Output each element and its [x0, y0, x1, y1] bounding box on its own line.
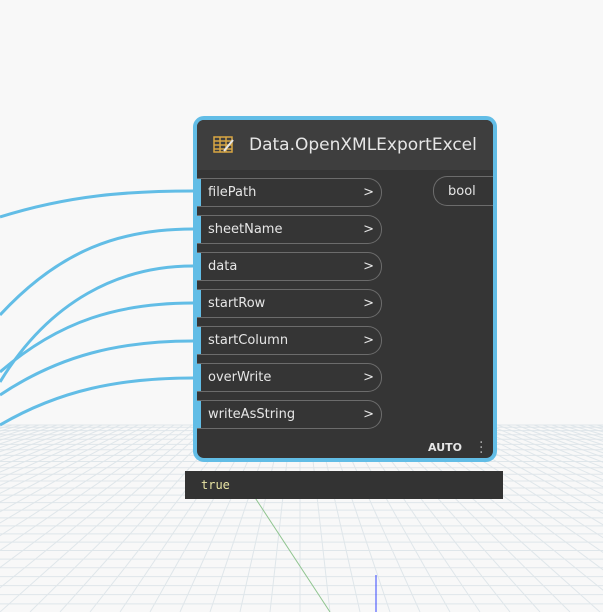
chevron-right-icon: >	[363, 407, 374, 422]
chevron-right-icon: >	[363, 222, 374, 237]
grid-line	[29, 424, 220, 612]
port-label: overWrite	[208, 370, 272, 385]
grid-line	[0, 424, 103, 467]
preview-value: true	[201, 478, 230, 492]
preview-bubble[interactable]: true	[185, 471, 503, 499]
port-label: startColumn	[208, 333, 289, 348]
grid-line	[0, 424, 13, 429]
grid-line	[0, 424, 76, 453]
grid-line	[569, 424, 603, 436]
grid-line	[0, 424, 202, 589]
port-marker	[197, 179, 201, 206]
input-port-writeAsString[interactable]: writeAsString >	[197, 400, 382, 429]
output-label: bool	[448, 183, 476, 199]
lacing-indicator[interactable]: AUTO	[428, 441, 462, 454]
port-marker	[197, 290, 201, 317]
wire-overWrite[interactable]	[0, 376, 194, 427]
output-port-bool[interactable]: bool	[433, 176, 493, 206]
input-port-startColumn[interactable]: startColumn >	[197, 326, 382, 355]
more-options-icon[interactable]: · · ·	[479, 436, 483, 458]
port-label: data	[208, 259, 238, 274]
grid-line	[515, 424, 603, 458]
port-marker	[197, 327, 201, 354]
wire-sheetName[interactable]	[0, 227, 194, 317]
grid-line	[0, 424, 121, 479]
port-marker	[197, 216, 201, 243]
wire-filePath[interactable]	[0, 189, 194, 219]
node-title: Data.OpenXMLExportExcel	[249, 135, 477, 155]
grid-line	[0, 424, 4, 427]
port-marker	[197, 364, 201, 391]
grid-line	[0, 424, 175, 537]
grid-line	[0, 424, 166, 524]
wire-data[interactable]	[0, 264, 194, 383]
chevron-right-icon: >	[363, 259, 374, 274]
port-marker	[197, 253, 201, 280]
chevron-right-icon: >	[363, 185, 374, 200]
excel-table-icon	[213, 136, 234, 153]
node-openxml-export-excel[interactable]: Data.OpenXMLExportExcel filePath > sheetN…	[193, 116, 497, 462]
grid-line	[0, 424, 22, 432]
port-label: filePath	[208, 185, 257, 200]
grid-line	[596, 424, 603, 428]
chevron-right-icon: >	[363, 333, 374, 348]
port-label: sheetName	[208, 222, 283, 237]
wire-startRow[interactable]	[0, 301, 194, 374]
port-marker	[197, 401, 201, 428]
chevron-right-icon: >	[363, 370, 374, 385]
chevron-right-icon: >	[363, 296, 374, 311]
port-label: startRow	[208, 296, 266, 311]
input-port-overWrite[interactable]: overWrite >	[197, 363, 382, 392]
port-label: writeAsString	[208, 407, 296, 422]
grid-line	[0, 424, 85, 457]
grid-line	[0, 424, 157, 513]
input-port-startRow[interactable]: startRow >	[197, 289, 382, 318]
input-port-filePath[interactable]: filePath >	[197, 178, 382, 207]
node-header[interactable]: Data.OpenXMLExportExcel	[197, 120, 493, 170]
input-port-data[interactable]: data >	[197, 252, 382, 281]
input-port-sheetName[interactable]: sheetName >	[197, 215, 382, 244]
